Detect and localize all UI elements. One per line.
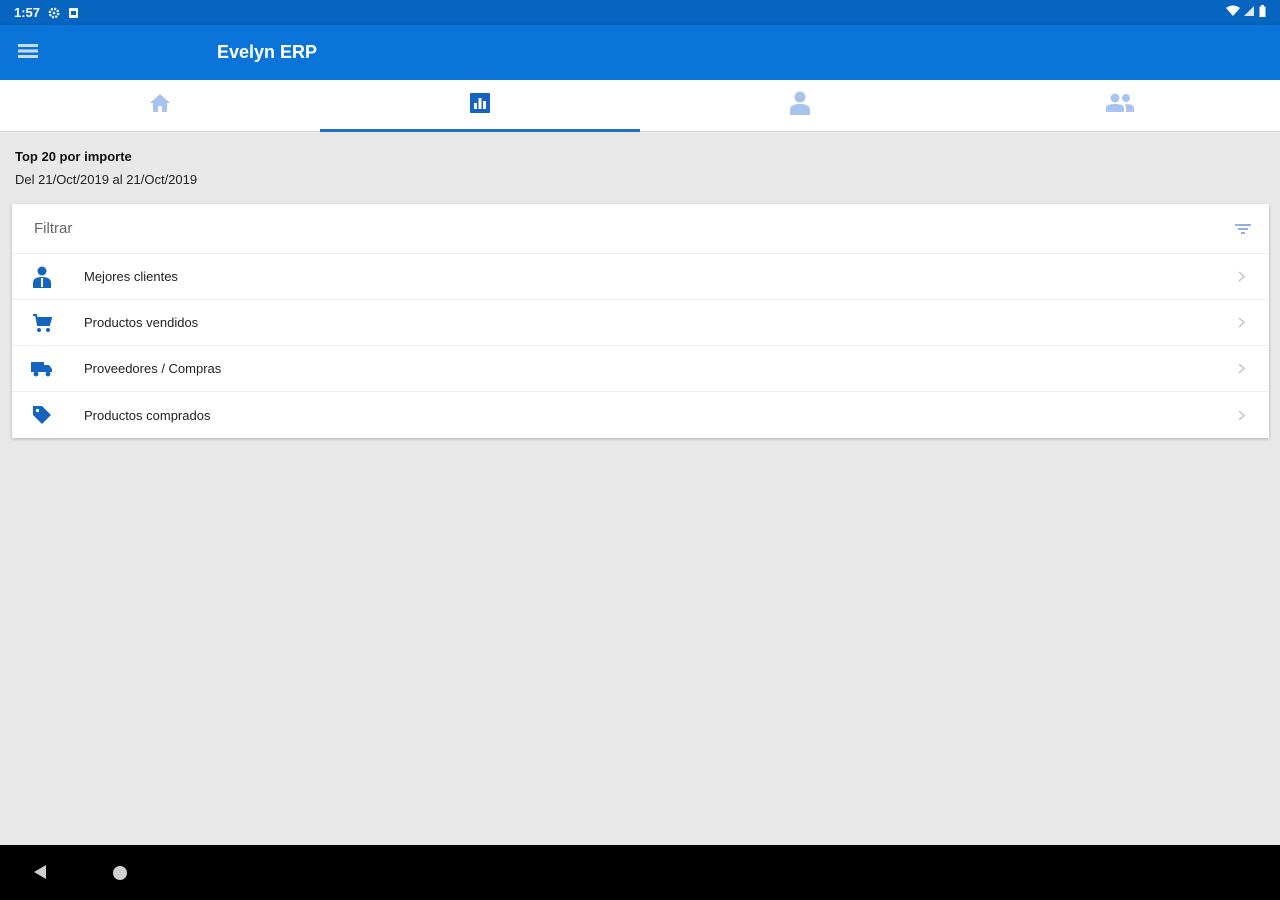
list-item-label: Productos vendidos xyxy=(84,315,199,330)
status-bar: 1:57 xyxy=(0,0,1280,25)
filter-label: Filtrar xyxy=(34,220,73,237)
chevron-right-icon xyxy=(1238,409,1245,421)
list-item-proveedores-compras[interactable]: Proveedores / Compras xyxy=(12,346,1269,392)
wifi-icon xyxy=(1226,4,1240,22)
chevron-right-icon xyxy=(1238,317,1245,328)
list-item-label: Productos comprados xyxy=(84,407,211,423)
hamburger-menu-icon xyxy=(18,43,38,63)
app-title: Evelyn ERP xyxy=(217,42,318,62)
signal-icon xyxy=(1244,4,1255,22)
sim-icon xyxy=(68,7,79,19)
report-title: Top 20 por importe xyxy=(15,149,132,164)
battery-icon xyxy=(1259,4,1266,22)
tab-people[interactable] xyxy=(960,80,1280,131)
list-item-productos-comprados[interactable]: Productos comprados xyxy=(12,392,1269,438)
tag-icon xyxy=(30,403,54,427)
report-date-range: Del 21/Oct/2019 al 21/Oct/2019 xyxy=(15,172,198,187)
people-icon xyxy=(1105,93,1135,118)
filter-input[interactable]: Filtrar xyxy=(12,204,1269,254)
tab-reports[interactable] xyxy=(320,80,640,132)
back-icon[interactable] xyxy=(32,864,48,885)
system-nav-bar xyxy=(0,845,1280,900)
home-circle-icon[interactable] xyxy=(112,865,128,886)
person-icon xyxy=(789,91,811,120)
gear-icon xyxy=(48,7,60,19)
menu-button[interactable] xyxy=(14,39,42,67)
bar-chart-icon xyxy=(470,93,490,118)
report-card: Filtrar Mejores clientes Productos vendi… xyxy=(12,204,1269,438)
filter-icon[interactable] xyxy=(1235,223,1251,235)
tab-bar xyxy=(0,80,1280,132)
truck-icon xyxy=(30,357,54,381)
status-time: 1:57 xyxy=(14,5,41,20)
app-bar: Evelyn ERP xyxy=(0,25,1280,80)
list-item-label: Mejores clientes xyxy=(84,269,178,284)
list-item-mejores-clientes[interactable]: Mejores clientes xyxy=(12,254,1269,300)
chevron-right-icon xyxy=(1238,271,1245,282)
client-icon xyxy=(30,265,54,289)
list-item-productos-vendidos[interactable]: Productos vendidos xyxy=(12,300,1269,346)
tab-person[interactable] xyxy=(640,80,960,131)
list-item-label: Proveedores / Compras xyxy=(84,361,222,376)
cart-icon xyxy=(30,311,54,335)
tab-home[interactable] xyxy=(0,80,320,131)
chevron-right-icon xyxy=(1238,363,1245,374)
home-icon xyxy=(149,93,171,118)
